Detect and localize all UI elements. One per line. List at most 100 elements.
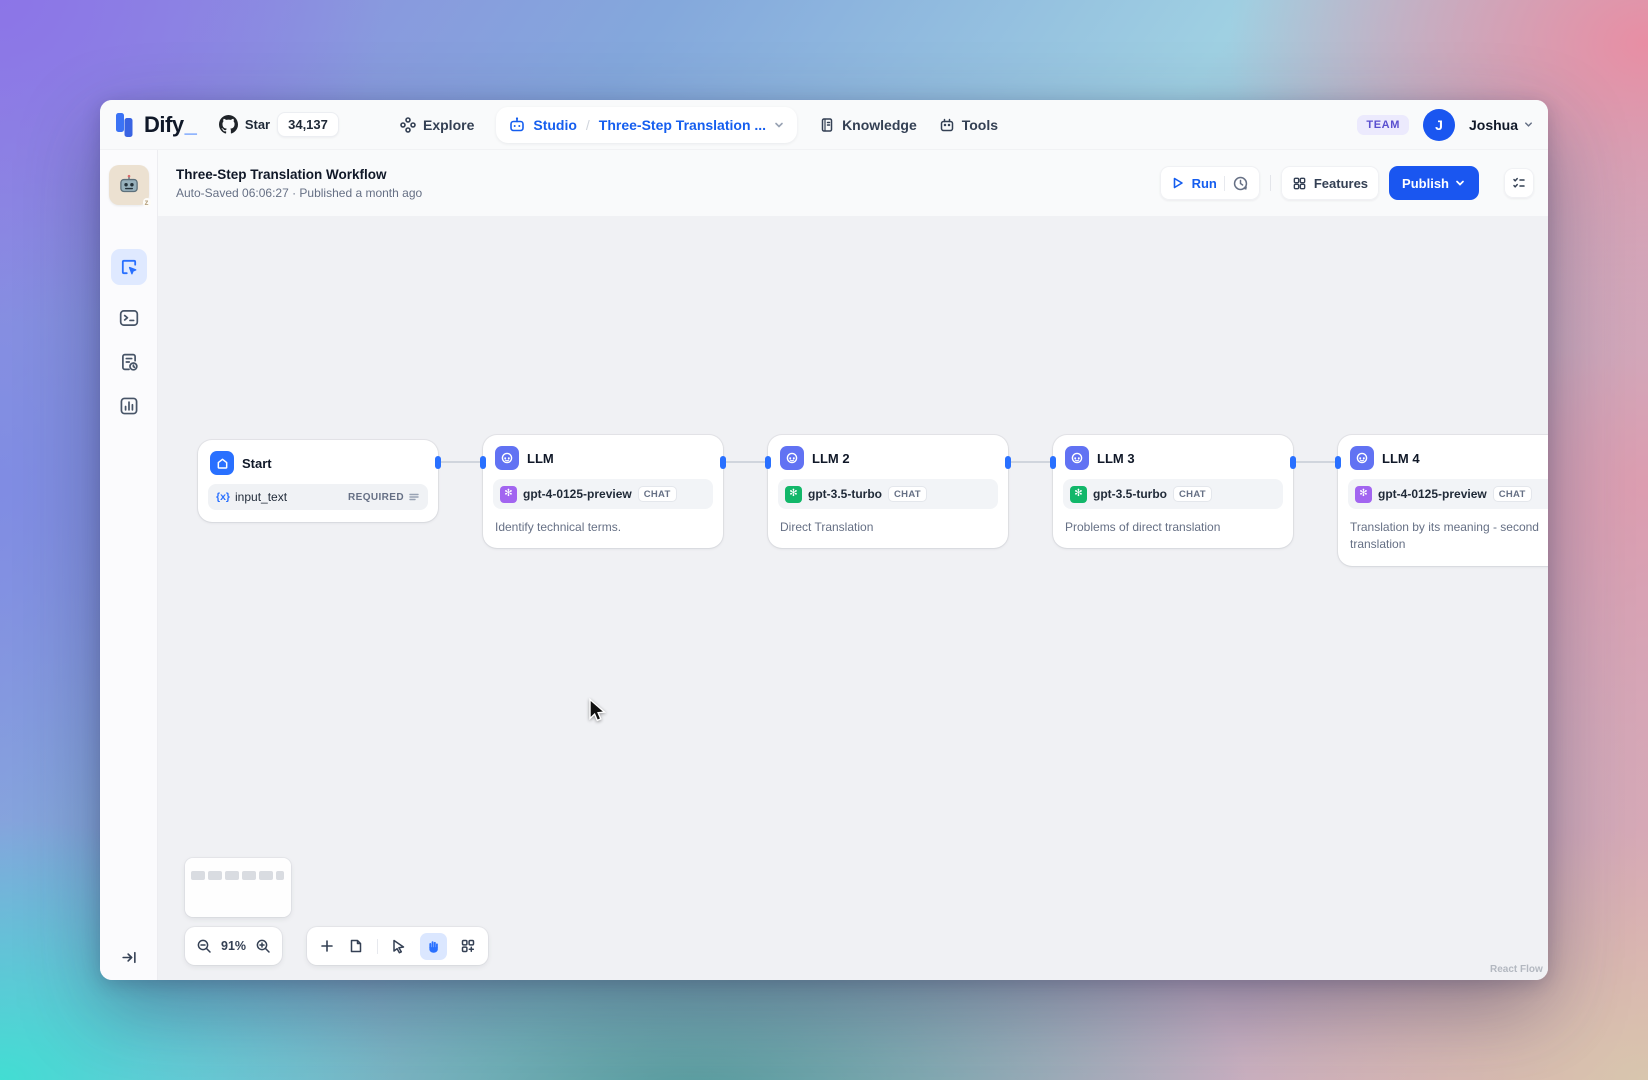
plus-icon — [319, 938, 335, 954]
edge-llm2-llm3 — [1008, 461, 1053, 463]
grid-plus-icon — [460, 938, 476, 954]
app-breadcrumb[interactable]: Three-Step Translation ... — [599, 117, 766, 133]
nav-explore[interactable]: Explore — [400, 117, 474, 133]
react-flow-attribution: React Flow — [1490, 964, 1543, 975]
llm-node-icon — [780, 446, 804, 470]
features-grid-icon — [1292, 176, 1307, 191]
divider — [377, 939, 378, 954]
tools-icon — [939, 117, 955, 133]
organize-nodes-button[interactable] — [460, 938, 476, 954]
start-variable-row[interactable]: {x} input_text REQUIRED — [208, 484, 428, 510]
canvas-toolbar — [307, 927, 488, 965]
workflow-icon — [120, 258, 138, 276]
app-window: Dify_ Star 34,137 Explore — [100, 100, 1548, 980]
openai-icon: ✻ — [500, 486, 517, 503]
hand-mode-button[interactable] — [420, 933, 447, 960]
node-start[interactable]: Start {x} input_text REQUIRED — [198, 440, 438, 522]
model-row[interactable]: ✻ gpt-3.5-turbo CHAT — [778, 479, 998, 509]
nav-tools[interactable]: Tools — [939, 117, 998, 133]
llm-brain-icon — [500, 451, 514, 465]
nav-studio-label[interactable]: Studio — [533, 117, 577, 133]
play-icon — [1171, 176, 1185, 190]
target-handle[interactable] — [480, 456, 486, 469]
run-button[interactable]: Run — [1160, 166, 1260, 200]
features-button[interactable]: Features — [1281, 166, 1379, 200]
collapse-arrow-icon — [120, 949, 137, 966]
llm-node-icon — [1065, 446, 1089, 470]
chat-badge: CHAT — [1173, 486, 1212, 502]
start-node-icon — [210, 451, 234, 475]
zoom-level: 91% — [221, 939, 246, 953]
sidebar-collapse-button[interactable] — [120, 949, 137, 966]
variable-icon: {x} — [216, 491, 230, 503]
top-header: Dify_ Star 34,137 Explore — [100, 100, 1548, 150]
openai-icon: ✻ — [785, 486, 802, 503]
target-handle[interactable] — [1335, 456, 1341, 469]
checklist-icon — [1511, 175, 1527, 191]
sidebar-item-monitoring[interactable] — [118, 395, 140, 417]
account-area: TEAM J Joshua — [1357, 109, 1534, 141]
minimap-node — [259, 871, 273, 880]
studio-breadcrumb-pill: Studio / Three-Step Translation ... — [496, 107, 797, 143]
note-file-icon — [348, 938, 364, 954]
bar-chart-icon — [118, 395, 140, 417]
nav-knowledge[interactable]: Knowledge — [819, 117, 917, 133]
paragraph-lines-icon — [408, 491, 420, 503]
explore-icon — [400, 117, 416, 133]
node-llm4[interactable]: LLM 4 ✻ gpt-4-0125-preview CHAT Translat… — [1338, 435, 1548, 566]
avatar[interactable]: J — [1423, 109, 1455, 141]
source-handle[interactable] — [435, 456, 441, 469]
dify-logo[interactable]: Dify_ — [114, 112, 197, 138]
nav-tools-label: Tools — [962, 117, 998, 133]
node-llm3[interactable]: LLM 3 ✻ gpt-3.5-turbo CHAT Problems of d… — [1053, 435, 1293, 548]
nav-explore-label: Explore — [423, 117, 474, 133]
workflow-status: Auto-Saved 06:06:27 · Published a month … — [176, 186, 422, 200]
chat-badge: CHAT — [888, 486, 927, 502]
node-llm[interactable]: LLM ✻ gpt-4-0125-preview CHAT Identify t… — [483, 435, 723, 548]
node-description: Identify technical terms. — [483, 509, 723, 548]
user-menu[interactable]: Joshua — [1469, 117, 1534, 133]
model-row[interactable]: ✻ gpt-3.5-turbo CHAT — [1063, 479, 1283, 509]
llm-brain-icon — [785, 451, 799, 465]
left-sidebar: z — [100, 150, 158, 980]
source-handle[interactable] — [1005, 456, 1011, 469]
zoom-in-button[interactable] — [255, 938, 271, 954]
target-handle[interactable] — [765, 456, 771, 469]
run-history-icon[interactable] — [1232, 175, 1249, 192]
workflow-title: Three-Step Translation Workflow — [176, 167, 422, 182]
sidebar-item-api[interactable] — [118, 307, 140, 329]
sidebar-item-logs[interactable] — [118, 351, 140, 373]
model-row[interactable]: ✻ gpt-4-0125-preview CHAT — [1348, 479, 1548, 509]
username: Joshua — [1469, 117, 1518, 133]
checklist-button[interactable] — [1504, 168, 1534, 198]
studio-robot-icon — [508, 116, 526, 134]
header-nav: Explore Studio / Three-Step Translation … — [400, 100, 998, 150]
logo-cursor: _ — [185, 112, 197, 137]
chevron-down-icon[interactable] — [773, 119, 785, 131]
node-llm2[interactable]: LLM 2 ✻ gpt-3.5-turbo CHAT Direct Transl… — [768, 435, 1008, 548]
minimap-node — [208, 871, 222, 880]
sidebar-item-orchestrate[interactable] — [111, 249, 147, 285]
node-description: Problems of direct translation — [1053, 509, 1293, 548]
edge-llm3-llm4 — [1293, 461, 1338, 463]
model-row[interactable]: ✻ gpt-4-0125-preview CHAT — [493, 479, 713, 509]
llm-brain-icon — [1355, 451, 1369, 465]
source-handle[interactable] — [1290, 456, 1296, 469]
app-avatar[interactable]: z — [109, 165, 149, 205]
pointer-mode-button[interactable] — [391, 938, 407, 954]
llm-node-icon — [1350, 446, 1374, 470]
add-note-button[interactable] — [348, 938, 364, 954]
target-handle[interactable] — [1050, 456, 1056, 469]
publish-button[interactable]: Publish — [1389, 166, 1479, 200]
minimap-node — [191, 871, 205, 880]
add-node-button[interactable] — [319, 938, 335, 954]
openai-icon: ✻ — [1355, 486, 1372, 503]
workflow-canvas[interactable]: Start {x} input_text REQUIRED — [158, 216, 1548, 980]
chat-badge: CHAT — [1493, 486, 1532, 502]
github-star-widget[interactable]: Star 34,137 — [219, 112, 339, 137]
zoom-out-button[interactable] — [196, 938, 212, 954]
github-star-count[interactable]: 34,137 — [277, 112, 339, 137]
minimap[interactable] — [185, 858, 291, 917]
chevron-down-icon — [1454, 177, 1466, 189]
source-handle[interactable] — [720, 456, 726, 469]
